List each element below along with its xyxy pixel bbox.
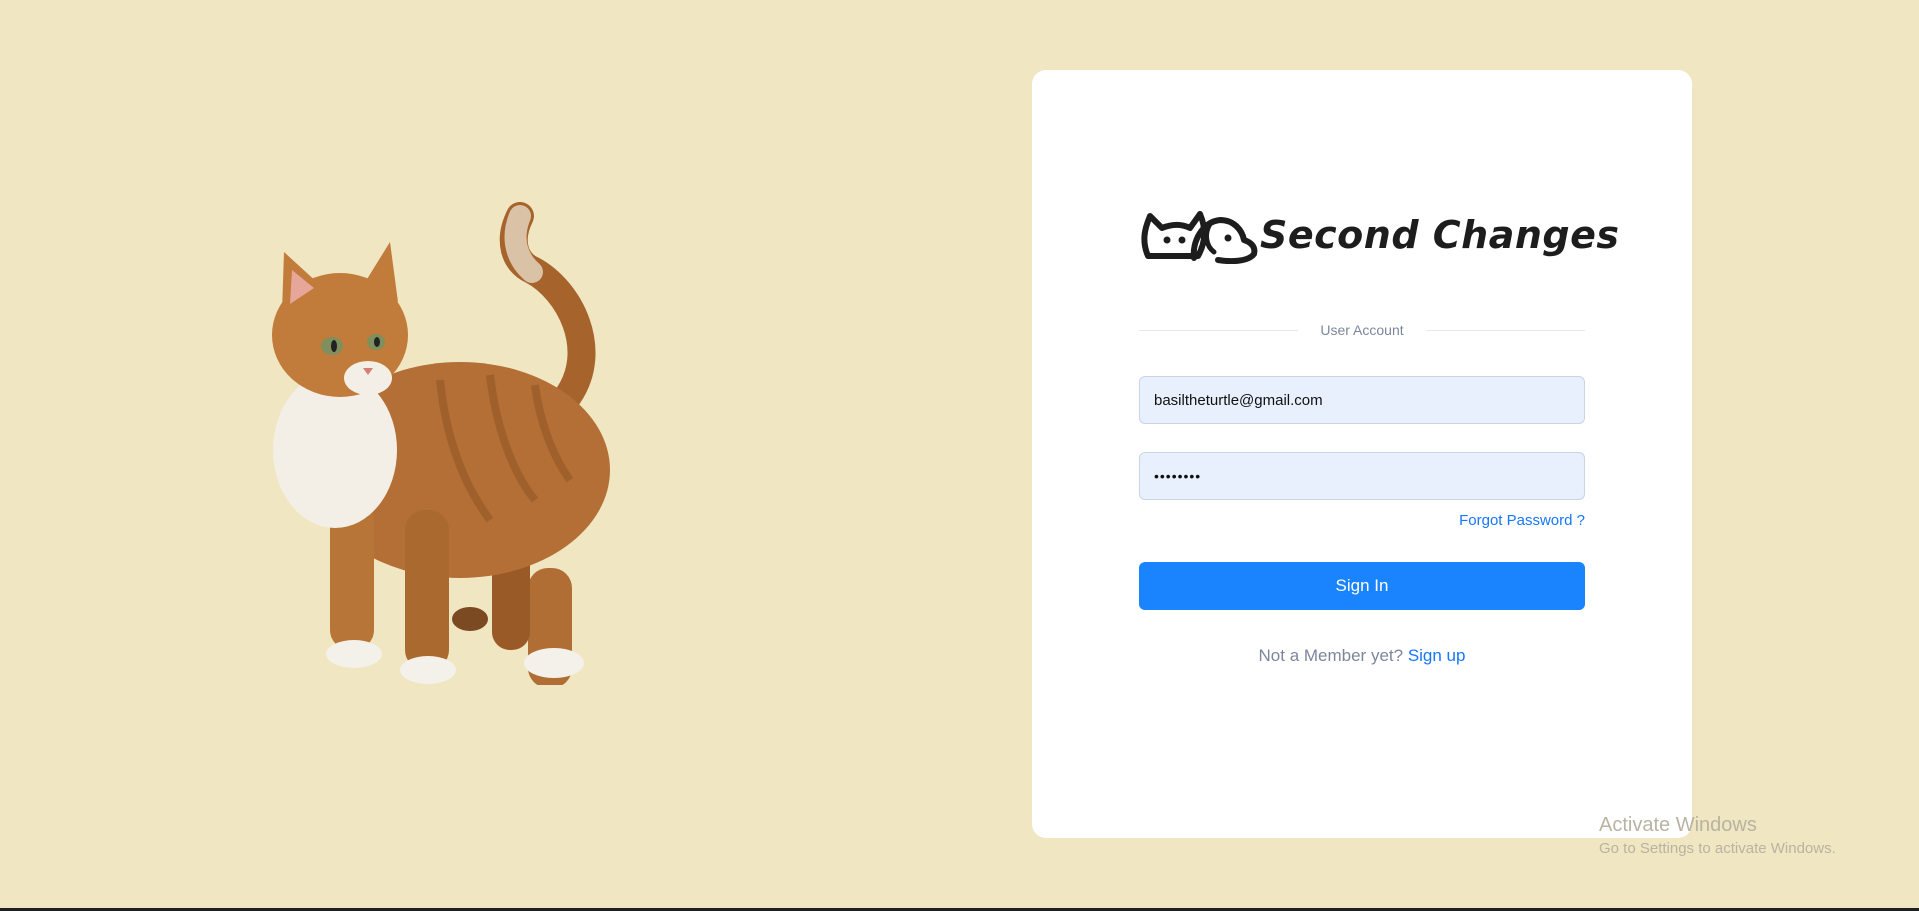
brand-logo: Second Changes [1140,190,1619,280]
brand-name: Second Changes [1260,213,1620,257]
section-label: User Account [1320,322,1404,338]
sign-up-link[interactable]: Sign up [1408,646,1466,665]
signup-prompt: Not a Member yet? Sign up [1139,646,1585,666]
signup-prompt-text: Not a Member yet? [1258,646,1404,665]
password-field[interactable]: •••••••• [1139,452,1585,500]
activate-windows-title: Activate Windows [1599,814,1757,836]
login-card: Second Changes User Account basiltheturt… [1032,70,1692,838]
sign-in-button[interactable]: Sign In [1139,562,1585,610]
email-field[interactable]: basiltheturtle@gmail.com [1139,376,1585,424]
divider-line-left [1139,329,1299,331]
forgot-password-link[interactable]: Forgot Password ? [1459,512,1585,529]
cat-illustration [272,202,610,685]
cat-and-dog-outline-icon [1141,211,1258,264]
divider-line-right [1425,329,1586,331]
activate-windows-subtitle: Go to Settings to activate Windows. [1599,840,1836,857]
section-divider: User Account [1139,320,1586,340]
